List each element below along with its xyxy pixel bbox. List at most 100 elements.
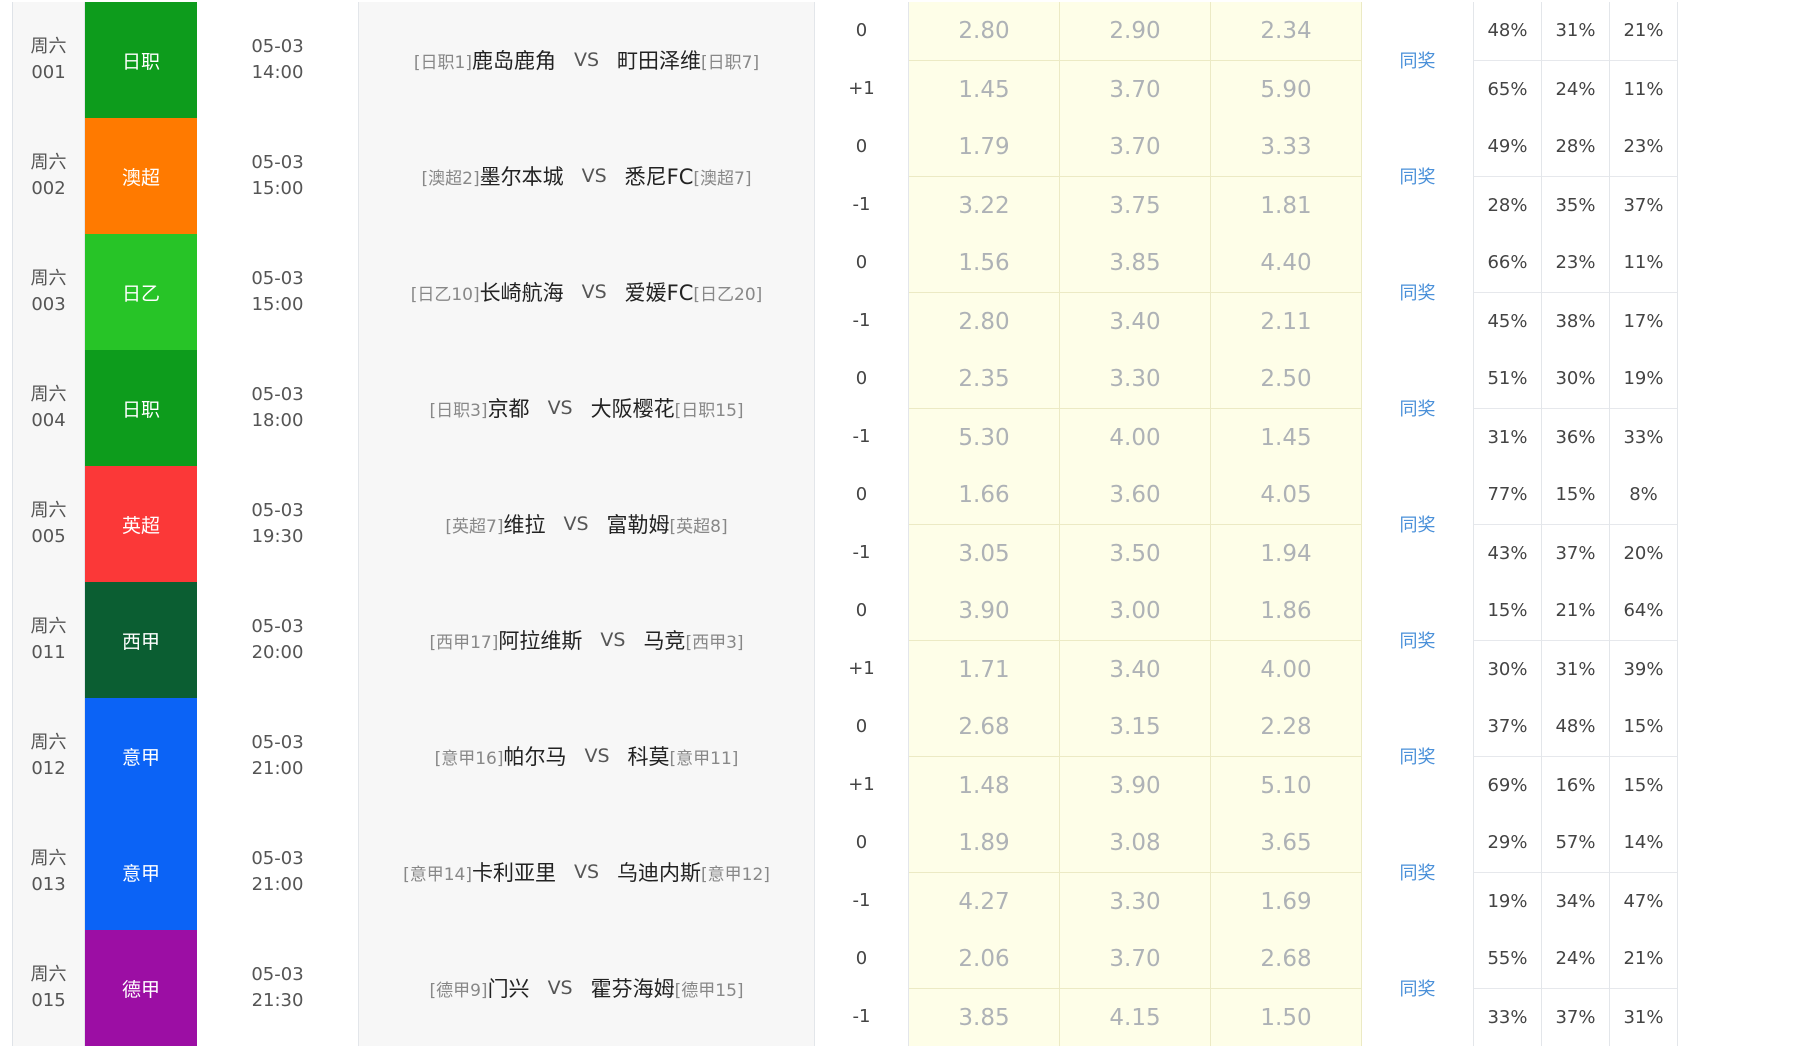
league-badge[interactable]: 西甲 [85, 582, 197, 698]
odds-value[interactable]: 2.90 [1060, 2, 1210, 61]
home-team[interactable]: 帕尔马 [503, 741, 566, 771]
odds-cell[interactable]: 3.30 4.00 [1060, 350, 1211, 466]
odds-value[interactable]: 2.06 [909, 930, 1059, 989]
teams-cell[interactable]: [英超7] 维拉 VS 富勒姆 [英超8] [359, 466, 815, 582]
odds-cell[interactable]: 1.89 4.27 [909, 814, 1060, 930]
odds-value[interactable]: 2.11 [1211, 293, 1361, 351]
league-badge[interactable]: 澳超 [85, 118, 197, 234]
same-odds-link[interactable]: 同奖 [1400, 47, 1436, 73]
odds-cell[interactable]: 1.66 3.05 [909, 466, 1060, 582]
odds-value[interactable]: 1.79 [909, 118, 1059, 177]
odds-value[interactable]: 3.40 [1060, 641, 1210, 699]
odds-cell[interactable]: 4.40 2.11 [1211, 234, 1362, 350]
away-team[interactable]: 爱媛FC [625, 277, 694, 307]
odds-cell[interactable]: 3.70 4.15 [1060, 930, 1211, 1046]
odds-cell[interactable]: 3.90 1.71 [909, 582, 1060, 698]
teams-cell[interactable]: [日职3] 京都 VS 大阪樱花 [日职15] [359, 350, 815, 466]
odds-cell[interactable]: 1.79 3.22 [909, 118, 1060, 234]
odds-value[interactable]: 2.28 [1211, 698, 1361, 757]
league-badge[interactable]: 日乙 [85, 234, 197, 350]
away-team[interactable]: 霍芬海姆 [591, 973, 675, 1003]
odds-value[interactable]: 2.34 [1211, 2, 1361, 61]
odds-value[interactable]: 3.15 [1060, 698, 1210, 757]
odds-value[interactable]: 1.71 [909, 641, 1059, 699]
odds-value[interactable]: 3.85 [1060, 234, 1210, 293]
league-badge[interactable]: 意甲 [85, 698, 197, 814]
odds-value[interactable]: 1.48 [909, 757, 1059, 815]
odds-value[interactable]: 1.94 [1211, 525, 1361, 583]
away-team[interactable]: 科莫 [628, 741, 670, 771]
odds-cell[interactable]: 3.15 3.90 [1060, 698, 1211, 814]
odds-value[interactable]: 3.90 [909, 582, 1059, 641]
odds-value[interactable]: 4.40 [1211, 234, 1361, 293]
same-odds-link[interactable]: 同奖 [1400, 163, 1436, 189]
odds-value[interactable]: 3.30 [1060, 350, 1210, 409]
odds-value[interactable]: 3.22 [909, 177, 1059, 235]
odds-value[interactable]: 2.68 [1211, 930, 1361, 989]
odds-value[interactable]: 2.80 [909, 2, 1059, 61]
odds-value[interactable]: 1.45 [909, 61, 1059, 119]
odds-value[interactable]: 3.08 [1060, 814, 1210, 873]
odds-cell[interactable]: 3.00 3.40 [1060, 582, 1211, 698]
odds-cell[interactable]: 3.65 1.69 [1211, 814, 1362, 930]
home-team[interactable]: 长崎航海 [480, 277, 564, 307]
same-odds-link[interactable]: 同奖 [1400, 743, 1436, 769]
odds-cell[interactable]: 2.80 1.45 [909, 2, 1060, 118]
odds-value[interactable]: 4.15 [1060, 989, 1210, 1047]
odds-value[interactable]: 5.30 [909, 409, 1059, 467]
odds-cell[interactable]: 2.35 5.30 [909, 350, 1060, 466]
odds-value[interactable]: 4.05 [1211, 466, 1361, 525]
odds-value[interactable]: 3.30 [1060, 873, 1210, 931]
odds-value[interactable]: 1.89 [909, 814, 1059, 873]
home-team[interactable]: 卡利亚里 [472, 857, 556, 887]
league-badge[interactable]: 德甲 [85, 930, 197, 1046]
odds-value[interactable]: 1.81 [1211, 177, 1361, 235]
odds-value[interactable]: 3.70 [1060, 61, 1210, 119]
teams-cell[interactable]: [德甲9] 门兴 VS 霍芬海姆 [德甲15] [359, 930, 815, 1046]
teams-cell[interactable]: [西甲17] 阿拉维斯 VS 马竞 [西甲3] [359, 582, 815, 698]
odds-cell[interactable]: 2.90 3.70 [1060, 2, 1211, 118]
same-odds-link[interactable]: 同奖 [1400, 859, 1436, 885]
odds-value[interactable]: 1.69 [1211, 873, 1361, 931]
teams-cell[interactable]: [意甲14] 卡利亚里 VS 乌迪内斯 [意甲12] [359, 814, 815, 930]
odds-cell[interactable]: 2.28 5.10 [1211, 698, 1362, 814]
odds-value[interactable]: 4.27 [909, 873, 1059, 931]
odds-cell[interactable]: 2.68 1.50 [1211, 930, 1362, 1046]
odds-value[interactable]: 5.10 [1211, 757, 1361, 815]
away-team[interactable]: 町田泽维 [617, 45, 701, 75]
odds-value[interactable]: 1.50 [1211, 989, 1361, 1047]
home-team[interactable]: 门兴 [488, 973, 530, 1003]
odds-value[interactable]: 2.50 [1211, 350, 1361, 409]
odds-value[interactable]: 2.80 [909, 293, 1059, 351]
odds-cell[interactable]: 3.70 3.75 [1060, 118, 1211, 234]
odds-cell[interactable]: 2.34 5.90 [1211, 2, 1362, 118]
odds-value[interactable]: 3.70 [1060, 930, 1210, 989]
odds-value[interactable]: 1.86 [1211, 582, 1361, 641]
odds-value[interactable]: 3.65 [1211, 814, 1361, 873]
same-odds-link[interactable]: 同奖 [1400, 279, 1436, 305]
odds-cell[interactable]: 2.50 1.45 [1211, 350, 1362, 466]
odds-value[interactable]: 3.90 [1060, 757, 1210, 815]
away-team[interactable]: 乌迪内斯 [617, 857, 701, 887]
same-odds-link[interactable]: 同奖 [1400, 511, 1436, 537]
league-badge[interactable]: 英超 [85, 466, 197, 582]
home-team[interactable]: 维拉 [503, 509, 545, 539]
teams-cell[interactable]: [澳超2] 墨尔本城 VS 悉尼FC [澳超7] [359, 118, 815, 234]
odds-value[interactable]: 3.33 [1211, 118, 1361, 177]
odds-cell[interactable]: 2.68 1.48 [909, 698, 1060, 814]
odds-value[interactable]: 3.60 [1060, 466, 1210, 525]
odds-value[interactable]: 3.00 [1060, 582, 1210, 641]
odds-value[interactable]: 1.66 [909, 466, 1059, 525]
odds-value[interactable]: 4.00 [1060, 409, 1210, 467]
away-team[interactable]: 悉尼FC [625, 161, 694, 191]
odds-value[interactable]: 4.00 [1211, 641, 1361, 699]
odds-cell[interactable]: 4.05 1.94 [1211, 466, 1362, 582]
away-team[interactable]: 富勒姆 [607, 509, 670, 539]
odds-value[interactable]: 3.05 [909, 525, 1059, 583]
odds-cell[interactable]: 1.86 4.00 [1211, 582, 1362, 698]
odds-value[interactable]: 1.56 [909, 234, 1059, 293]
same-odds-link[interactable]: 同奖 [1400, 395, 1436, 421]
same-odds-link[interactable]: 同奖 [1400, 627, 1436, 653]
away-team[interactable]: 大阪樱花 [591, 393, 675, 423]
same-odds-link[interactable]: 同奖 [1400, 975, 1436, 1001]
